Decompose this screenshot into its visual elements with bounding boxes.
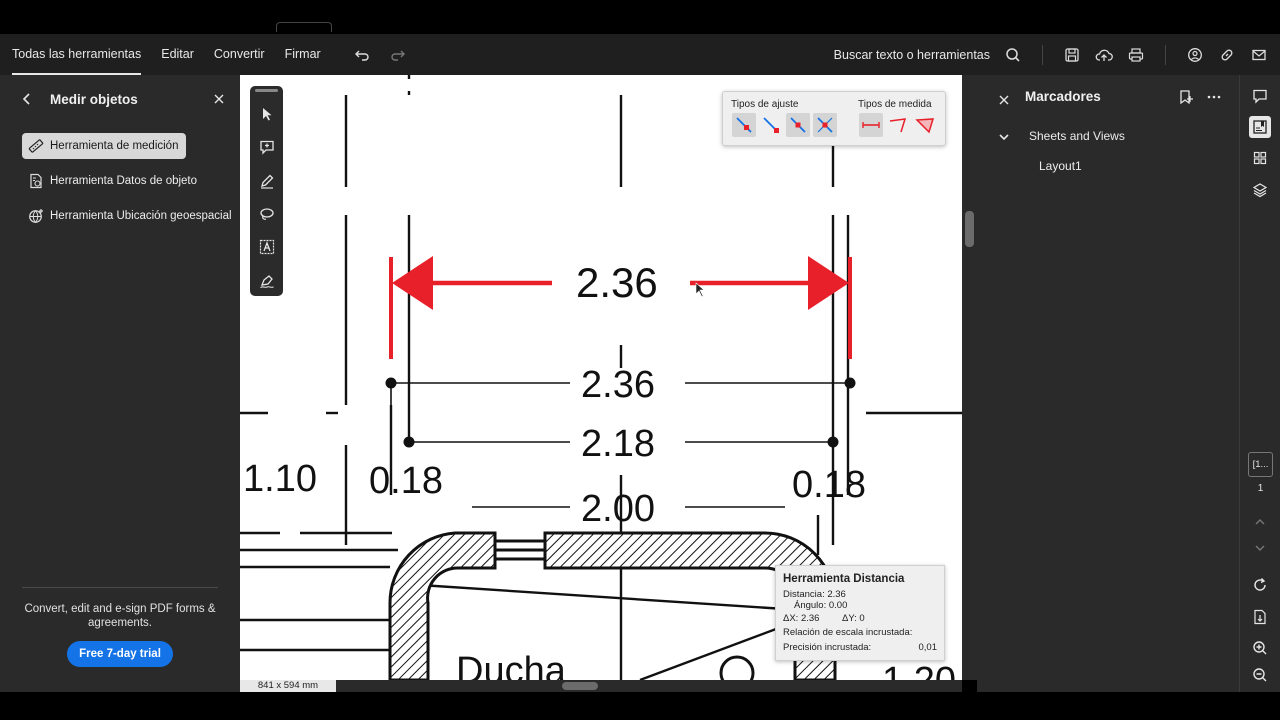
add-bookmark-icon[interactable] (1177, 88, 1195, 106)
snap-types-label: Tipos de ajuste (731, 99, 799, 110)
print-icon[interactable] (1127, 46, 1145, 64)
delta-y-value: ΔY: 0 (842, 613, 865, 624)
tool-label: Herramienta Ubicación geoespacial (50, 210, 232, 222)
measurement-annotation: 2.36 (389, 256, 852, 359)
horizontal-scrollbar[interactable]: 841 x 594 mm (240, 680, 962, 692)
dim-label: 2.36 (581, 364, 655, 406)
dim-label: 0.18 (369, 460, 443, 502)
page-size-readout: 841 x 594 mm (240, 680, 336, 692)
title-bar (0, 0, 1280, 34)
comment-icon[interactable] (1249, 85, 1271, 107)
toolbar-divider (1042, 44, 1043, 65)
horizontal-scroll-thumb[interactable] (562, 682, 598, 690)
pen-draw-icon[interactable] (255, 169, 278, 192)
chevron-down-icon[interactable] (995, 128, 1013, 146)
ruler-icon (28, 138, 44, 154)
layers-icon[interactable] (1249, 179, 1271, 201)
page-export-icon[interactable] (1249, 606, 1271, 628)
document-tab[interactable] (276, 22, 332, 32)
cloud-upload-icon[interactable] (1095, 46, 1113, 64)
free-trial-button[interactable]: Free 7-day trial (67, 641, 173, 667)
dim-label: 2.18 (581, 423, 655, 465)
current-page-input[interactable]: [1... (1248, 452, 1273, 477)
back-chevron-icon[interactable] (18, 90, 36, 108)
scale-ratio-label: Relación de escala incrustada: (783, 627, 913, 638)
dim-label: 2.00 (581, 488, 655, 530)
bookmark-item[interactable]: Sheets and Views (1029, 129, 1125, 143)
chevron-down-icon[interactable] (1249, 537, 1271, 559)
tool-label: Herramienta de medición (50, 140, 179, 152)
share-user-icon[interactable] (1186, 46, 1204, 64)
partial-label: 1.20 (882, 660, 956, 680)
select-cursor-icon[interactable] (255, 102, 278, 125)
object-data-tool-button[interactable]: Herramienta Datos de objeto (22, 168, 205, 194)
add-comment-icon[interactable] (255, 135, 278, 158)
snap-to-path-icon[interactable] (732, 113, 756, 137)
menu-sign[interactable]: Firmar (285, 34, 321, 75)
measure-types-label: Tipos de medida (858, 99, 932, 110)
distance-value: Distancia: 2.36 (783, 589, 846, 600)
redo-icon[interactable] (389, 46, 407, 64)
menu-bar: Todas las herramientas Editar Convertir … (0, 34, 1280, 75)
toolbar-divider (1165, 44, 1166, 65)
bookmark-item[interactable]: Layout1 (1039, 159, 1082, 173)
vertical-scrollbar[interactable] (962, 75, 977, 680)
angle-value: Ángulo: 0.00 (794, 600, 848, 611)
precision-label: Precisión incrustada: (783, 642, 872, 653)
vertical-scroll-thumb[interactable] (965, 211, 974, 247)
chevron-up-icon[interactable] (1249, 511, 1271, 533)
geospatial-icon (28, 208, 44, 224)
measurement-value: 2.36 (576, 259, 658, 306)
bookmarks-icon[interactable] (1249, 116, 1271, 138)
geospatial-tool-button[interactable]: Herramienta Ubicación geoespacial (22, 203, 240, 229)
bottom-bar (0, 692, 1280, 720)
promo-text: Convert, edit and e-sign PDF forms & agr… (24, 603, 216, 629)
panel-divider (22, 587, 218, 588)
menu-all-tools[interactable]: Todas las herramientas (12, 34, 142, 75)
sign-pen-icon[interactable] (255, 269, 278, 292)
menu-edit[interactable]: Editar (161, 34, 194, 75)
object-data-icon (28, 173, 44, 189)
tool-label: Herramienta Datos de objeto (50, 175, 198, 187)
dim-label: 1.10 (243, 458, 317, 500)
perimeter-measure-icon[interactable] (886, 113, 910, 137)
menu-convert[interactable]: Convertir (214, 34, 265, 75)
undo-icon[interactable] (353, 46, 371, 64)
search-icon[interactable] (1004, 46, 1022, 64)
bookmarks-title: Marcadores (1025, 89, 1101, 104)
precision-value: 0,01 (918, 642, 938, 653)
link-icon[interactable] (1218, 46, 1236, 64)
thumbnails-icon[interactable] (1249, 147, 1271, 169)
snap-to-midpoint-icon[interactable] (786, 113, 810, 137)
close-icon[interactable] (995, 91, 1013, 109)
delta-x-value: ΔX: 2.36 (783, 613, 820, 624)
zoom-in-icon[interactable] (1249, 637, 1271, 659)
mail-icon[interactable] (1250, 46, 1268, 64)
more-options-icon[interactable] (1205, 88, 1223, 106)
snap-measure-types-panel: Tipos de ajuste Tipos de medida (722, 91, 946, 146)
dim-label: 0.18 (792, 464, 866, 506)
zoom-out-icon[interactable] (1249, 664, 1271, 686)
area-measure-icon[interactable] (913, 113, 937, 137)
snap-to-intersection-icon[interactable] (813, 113, 837, 137)
text-box-icon[interactable] (255, 235, 278, 258)
bookmarks-panel: Marcadores Sheets and Views Layout1 (977, 75, 1239, 692)
measure-objects-panel: Medir objetos Herramienta de medición He… (0, 75, 240, 692)
total-pages: 1 (1257, 483, 1264, 494)
save-icon[interactable] (1063, 46, 1081, 64)
distance-measure-icon[interactable] (859, 113, 883, 137)
close-icon[interactable] (210, 90, 228, 108)
toolbar-grip[interactable] (255, 89, 278, 92)
rotate-icon[interactable] (1249, 574, 1271, 596)
distance-tool-info: Herramienta Distancia Distancia: 2.36 Án… (775, 565, 945, 661)
right-tool-rail: [1... 1 (1239, 75, 1280, 692)
quick-tools-toolbar (250, 86, 283, 296)
lasso-icon[interactable] (255, 202, 278, 225)
distance-info-title: Herramienta Distancia (783, 573, 905, 585)
snap-to-endpoint-icon[interactable] (759, 113, 783, 137)
panel-title: Medir objetos (50, 91, 138, 107)
search-tools-label[interactable]: Buscar texto o herramientas (834, 48, 990, 62)
measuring-tool-button[interactable]: Herramienta de medición (22, 133, 187, 159)
room-label: Ducha (456, 650, 567, 680)
